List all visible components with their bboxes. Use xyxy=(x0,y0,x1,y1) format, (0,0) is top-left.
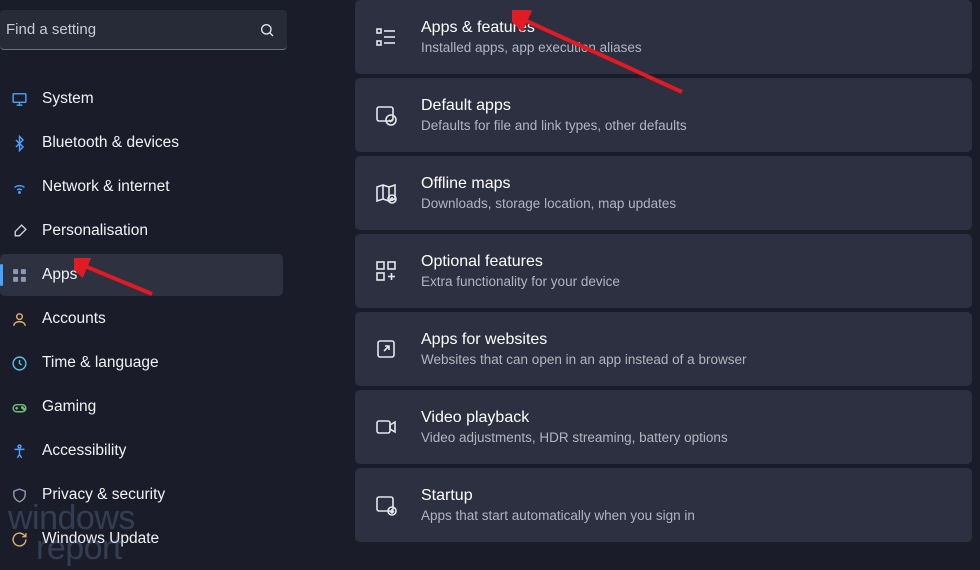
bluetooth-icon xyxy=(10,134,28,152)
card-title: Offline maps xyxy=(421,175,676,193)
card-desc: Apps that start automatically when you s… xyxy=(421,508,695,523)
card-text: Apps for websites Websites that can open… xyxy=(421,331,746,367)
sidebar-item-label: System xyxy=(42,90,94,108)
card-title: Video playback xyxy=(421,409,728,427)
sidebar-item-update[interactable]: Windows Update xyxy=(0,518,283,560)
video-icon xyxy=(373,414,399,440)
card-title: Apps & features xyxy=(421,19,642,37)
update-icon xyxy=(10,530,28,548)
card-text: Offline maps Downloads, storage location… xyxy=(421,175,676,211)
sidebar-item-time[interactable]: Time & language xyxy=(0,342,283,384)
search-icon xyxy=(259,22,275,38)
card-desc: Installed apps, app execution aliases xyxy=(421,40,642,55)
search-box[interactable] xyxy=(0,10,287,50)
sidebar-item-system[interactable]: System xyxy=(0,78,283,120)
sidebar-item-label: Privacy & security xyxy=(42,486,165,504)
main-content: Apps & features Installed apps, app exec… xyxy=(295,0,980,570)
sidebar-item-label: Bluetooth & devices xyxy=(42,134,179,152)
card-optional-features[interactable]: Optional features Extra functionality fo… xyxy=(355,234,972,308)
settings-layout: System Bluetooth & devices Network & int… xyxy=(0,0,980,570)
card-video-playback[interactable]: Video playback Video adjustments, HDR st… xyxy=(355,390,972,464)
plus-grid-icon xyxy=(373,258,399,284)
card-apps-websites[interactable]: Apps for websites Websites that can open… xyxy=(355,312,972,386)
sidebar-nav: System Bluetooth & devices Network & int… xyxy=(0,78,295,560)
sidebar: System Bluetooth & devices Network & int… xyxy=(0,0,295,570)
card-offline-maps[interactable]: Offline maps Downloads, storage location… xyxy=(355,156,972,230)
card-desc: Extra functionality for your device xyxy=(421,274,620,289)
sidebar-item-apps[interactable]: Apps xyxy=(0,254,283,296)
accessibility-icon xyxy=(10,442,28,460)
card-default-apps[interactable]: Default apps Defaults for file and link … xyxy=(355,78,972,152)
sidebar-item-label: Network & internet xyxy=(42,178,170,196)
sidebar-item-bluetooth[interactable]: Bluetooth & devices xyxy=(0,122,283,164)
card-title: Startup xyxy=(421,487,695,505)
card-title: Default apps xyxy=(421,97,687,115)
sidebar-item-label: Personalisation xyxy=(42,222,148,240)
card-text: Video playback Video adjustments, HDR st… xyxy=(421,409,728,445)
sidebar-item-personalisation[interactable]: Personalisation xyxy=(0,210,283,252)
sidebar-item-label: Apps xyxy=(42,266,77,284)
apps-icon xyxy=(10,266,28,284)
card-apps-features[interactable]: Apps & features Installed apps, app exec… xyxy=(355,0,972,74)
default-icon xyxy=(373,102,399,128)
map-icon xyxy=(373,180,399,206)
settings-card-list: Apps & features Installed apps, app exec… xyxy=(355,0,972,542)
brush-icon xyxy=(10,222,28,240)
search-input[interactable] xyxy=(6,21,259,38)
card-text: Startup Apps that start automatically wh… xyxy=(421,487,695,523)
sidebar-item-gaming[interactable]: Gaming xyxy=(0,386,283,428)
card-desc: Video adjustments, HDR streaming, batter… xyxy=(421,430,728,445)
card-text: Apps & features Installed apps, app exec… xyxy=(421,19,642,55)
wifi-icon xyxy=(10,178,28,196)
open-icon xyxy=(373,336,399,362)
card-startup[interactable]: Startup Apps that start automatically wh… xyxy=(355,468,972,542)
person-icon xyxy=(10,310,28,328)
sidebar-item-network[interactable]: Network & internet xyxy=(0,166,283,208)
sidebar-item-label: Accounts xyxy=(42,310,106,328)
monitor-icon xyxy=(10,90,28,108)
list-icon xyxy=(373,24,399,50)
card-desc: Websites that can open in an app instead… xyxy=(421,352,746,367)
shield-icon xyxy=(10,486,28,504)
sidebar-item-label: Windows Update xyxy=(42,530,159,548)
sidebar-item-label: Accessibility xyxy=(42,442,126,460)
sidebar-item-label: Gaming xyxy=(42,398,96,416)
card-title: Optional features xyxy=(421,253,620,271)
card-desc: Defaults for file and link types, other … xyxy=(421,118,687,133)
sidebar-item-label: Time & language xyxy=(42,354,159,372)
sidebar-item-privacy[interactable]: Privacy & security xyxy=(0,474,283,516)
card-text: Default apps Defaults for file and link … xyxy=(421,97,687,133)
sidebar-item-accessibility[interactable]: Accessibility xyxy=(0,430,283,472)
card-desc: Downloads, storage location, map updates xyxy=(421,196,676,211)
card-title: Apps for websites xyxy=(421,331,746,349)
startup-icon xyxy=(373,492,399,518)
card-text: Optional features Extra functionality fo… xyxy=(421,253,620,289)
clock-icon xyxy=(10,354,28,372)
sidebar-item-accounts[interactable]: Accounts xyxy=(0,298,283,340)
game-icon xyxy=(10,398,28,416)
search-wrapper xyxy=(0,10,295,50)
